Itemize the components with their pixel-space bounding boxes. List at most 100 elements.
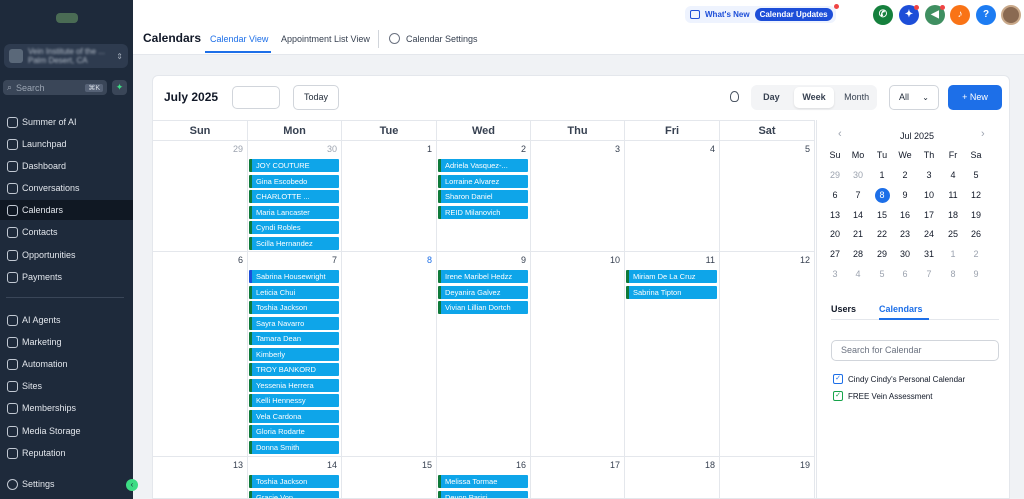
calendar-filter-item[interactable]: ✓ FREE Vein Assessment: [833, 391, 932, 401]
calendar-search-input[interactable]: Search for Calendar: [831, 340, 999, 361]
appointment-event[interactable]: Donna Smith: [249, 440, 339, 454]
day-cell[interactable]: 18: [625, 457, 720, 498]
sidebar-search-input[interactable]: ⌕ Search ⌘K: [3, 80, 107, 95]
whats-new-button[interactable]: What's New Calendar Updates: [685, 4, 839, 23]
appointment-event[interactable]: Sharon Daniel: [438, 190, 528, 203]
sidebar-item-ai-agents[interactable]: AI Agents: [0, 310, 133, 330]
appointment-event[interactable]: JOY COUTURE: [249, 159, 339, 172]
mini-calendar-day[interactable]: 19: [964, 207, 988, 224]
mini-calendar-day[interactable]: 3: [917, 167, 941, 184]
tab-users[interactable]: Users: [831, 304, 856, 314]
collapse-sidebar-button[interactable]: ‹: [126, 479, 138, 491]
mini-calendar-day[interactable]: 29: [870, 246, 894, 263]
day-cell[interactable]: 4: [625, 141, 720, 252]
appointment-event[interactable]: Melissa Tormae: [438, 475, 528, 488]
appointment-event[interactable]: Scilla Hernandez: [249, 236, 339, 250]
sidebar-item-launchpad[interactable]: Launchpad: [0, 134, 133, 154]
mini-calendar-day[interactable]: 1: [941, 246, 965, 263]
mini-calendar-day[interactable]: 11: [941, 187, 965, 204]
appointment-event[interactable]: Sayra Navarro: [249, 316, 339, 330]
mini-calendar-day[interactable]: 22: [870, 226, 894, 243]
sidebar-item-memberships[interactable]: Memberships: [0, 398, 133, 418]
mini-calendar-day[interactable]: 3: [823, 266, 847, 283]
day-cell[interactable]: 30 JOY COUTURE Gina Escobedo CHARLOTTE ... M…: [248, 141, 342, 252]
mini-calendar-day[interactable]: 4: [846, 266, 870, 283]
mini-calendar-day[interactable]: 7: [846, 187, 870, 204]
tab-appointment-list-view[interactable]: Appointment List View: [281, 34, 370, 44]
mini-calendar-day[interactable]: 20: [823, 226, 847, 243]
lightbulb-icon[interactable]: [730, 91, 739, 102]
day-cell[interactable]: 5: [720, 141, 815, 252]
appointment-event[interactable]: CHARLOTTE ...: [249, 190, 339, 203]
appointment-event[interactable]: Maria Lancaster: [249, 205, 339, 219]
mini-calendar-day[interactable]: 26: [964, 226, 988, 243]
mini-calendar-day[interactable]: 27: [823, 246, 847, 263]
day-cell[interactable]: 15: [342, 457, 437, 498]
calendar-updates-badge[interactable]: Calendar Updates: [754, 8, 833, 21]
mini-calendar-day[interactable]: 25: [941, 226, 965, 243]
today-button[interactable]: Today: [293, 85, 339, 110]
appointment-event[interactable]: Adriela Vasquez-...: [438, 159, 528, 172]
mini-calendar-day[interactable]: 5: [870, 266, 894, 283]
mini-calendar-day[interactable]: 10: [917, 187, 941, 204]
date-picker-input[interactable]: [232, 86, 280, 109]
appointment-event[interactable]: REID Milanovich: [438, 205, 528, 219]
day-cell[interactable]: 29: [153, 141, 248, 252]
appointment-event[interactable]: Miriam De La Cruz: [626, 270, 717, 283]
sidebar-item-dashboard[interactable]: Dashboard: [0, 156, 133, 176]
day-cell[interactable]: 10: [531, 252, 625, 457]
appointment-event[interactable]: Lorraine Alvarez: [438, 174, 528, 188]
view-week-button[interactable]: Week: [793, 87, 835, 108]
mini-calendar-day[interactable]: 6: [823, 187, 847, 204]
sidebar-item-settings[interactable]: Settings: [0, 474, 133, 494]
mini-calendar-day[interactable]: 5: [964, 167, 988, 184]
appointment-event[interactable]: Irene Maribel Hedzz: [438, 270, 528, 283]
day-cell[interactable]: 14 Toshia Jackson Gracie Von: [248, 457, 342, 498]
sidebar-item-conversations[interactable]: Conversations: [0, 178, 133, 198]
mini-calendar-day[interactable]: 4: [941, 167, 965, 184]
day-cell[interactable]: 1: [342, 141, 437, 252]
checkbox-checked-icon[interactable]: ✓: [833, 374, 843, 384]
megaphone-icon[interactable]: ◀: [925, 5, 945, 25]
chevron-right-icon[interactable]: ›: [981, 128, 985, 140]
user-avatar[interactable]: [1001, 5, 1021, 25]
mini-calendar-day[interactable]: 15: [870, 207, 894, 224]
mini-calendar-day[interactable]: 29: [823, 167, 847, 184]
appointment-event[interactable]: Gina Escobedo: [249, 174, 339, 188]
mini-calendar-day[interactable]: 14: [846, 207, 870, 224]
sidebar-item-automation[interactable]: Automation: [0, 354, 133, 374]
mini-calendar-day[interactable]: 9: [893, 187, 917, 204]
phone-icon[interactable]: ✆: [873, 5, 893, 25]
appointment-event[interactable]: Yessenia Herrera: [249, 378, 339, 392]
appointment-event[interactable]: Deyanira Galvez: [438, 285, 528, 299]
mini-calendar-day[interactable]: 13: [823, 207, 847, 224]
sidebar-item-contacts[interactable]: Contacts: [0, 222, 133, 242]
mini-calendar-day[interactable]: 1: [870, 167, 894, 184]
appointment-event[interactable]: Devon Parisi: [438, 490, 528, 498]
sidebar-item-payments[interactable]: Payments: [0, 267, 133, 287]
sidebar-item-opportunities[interactable]: Opportunities: [0, 245, 133, 265]
mini-calendar-day[interactable]: 7: [917, 266, 941, 283]
day-cell[interactable]: 16 Melissa Tormae Devon Parisi: [437, 457, 531, 498]
magic-icon[interactable]: ✦: [899, 5, 919, 25]
day-cell[interactable]: 11 Miriam De La Cruz Sabrina Tipton: [625, 252, 720, 457]
day-cell[interactable]: 12: [720, 252, 815, 457]
view-day-button[interactable]: Day: [751, 87, 792, 108]
mini-calendar-day[interactable]: 9: [964, 266, 988, 283]
bell-icon[interactable]: ♪: [950, 5, 970, 25]
day-cell[interactable]: 3: [531, 141, 625, 252]
appointment-event[interactable]: Sabrina Housewright: [249, 270, 339, 283]
day-cell[interactable]: 2 Adriela Vasquez-... Lorraine Alvarez Shar…: [437, 141, 531, 252]
appointment-event[interactable]: Sabrina Tipton: [626, 285, 717, 299]
appointment-event[interactable]: Toshia Jackson: [249, 475, 339, 488]
sidebar-item-summer-of-ai[interactable]: Summer of AI: [0, 112, 133, 132]
sidebar-item-sites[interactable]: Sites: [0, 376, 133, 396]
appointment-event[interactable]: TROY BANKORD: [249, 363, 339, 376]
mini-calendar-day[interactable]: 16: [893, 207, 917, 224]
appointment-event[interactable]: Toshia Jackson: [249, 301, 339, 314]
sidebar-item-calendars[interactable]: Calendars: [0, 200, 133, 220]
appointment-event[interactable]: Cyndi Robles: [249, 221, 339, 234]
appointment-event[interactable]: Leticia Chui: [249, 285, 339, 299]
appointment-event[interactable]: Gracie Von: [249, 490, 339, 498]
day-cell[interactable]: 9 Irene Maribel Hedzz Deyanira Galvez Vivia…: [437, 252, 531, 457]
